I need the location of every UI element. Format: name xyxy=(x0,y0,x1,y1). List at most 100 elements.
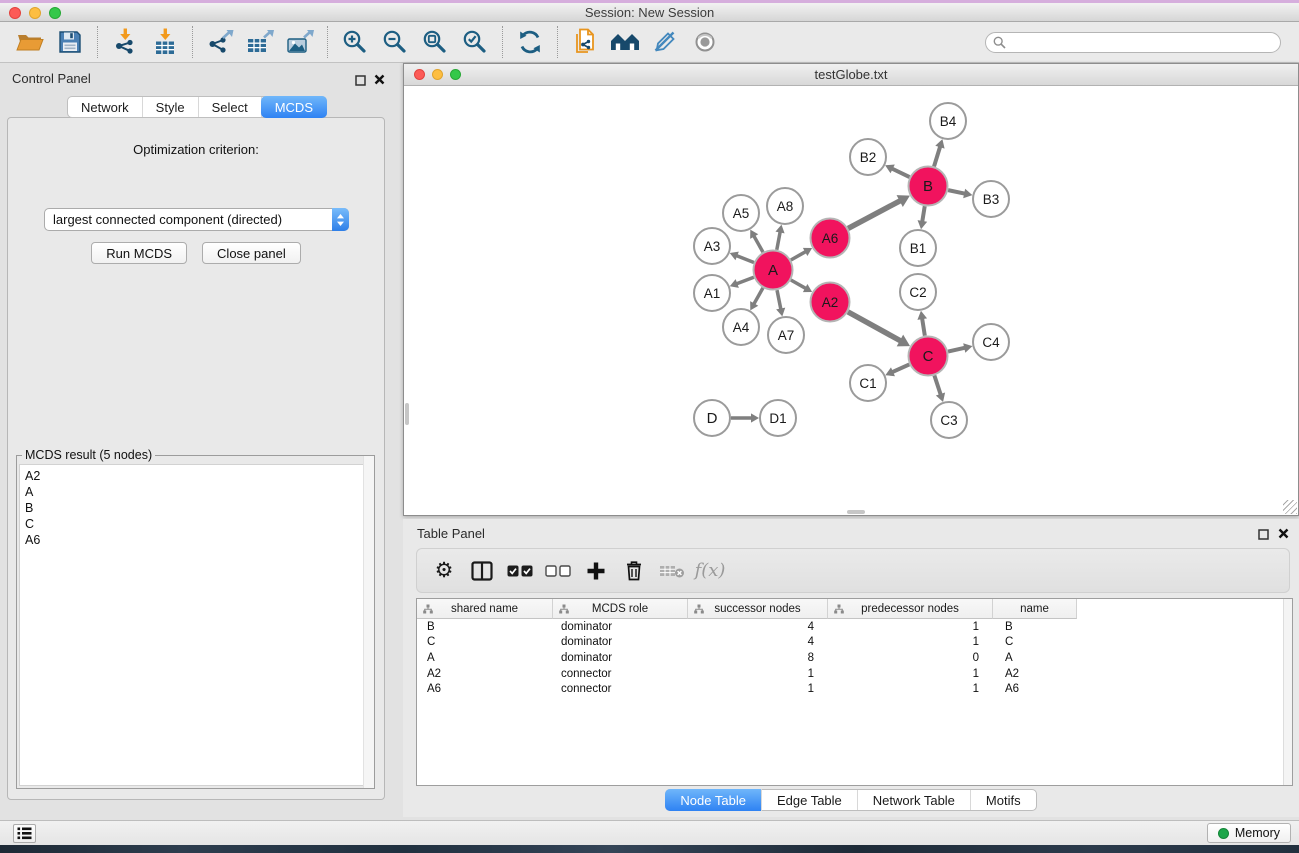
table-cell[interactable]: 1 xyxy=(828,668,993,680)
table-cell[interactable]: A xyxy=(993,652,1077,664)
table-cell[interactable]: 1 xyxy=(828,683,993,695)
graph-edge-A6-B[interactable] xyxy=(848,195,910,228)
mcds-result-item[interactable]: C xyxy=(20,516,371,532)
tab-node-table[interactable]: Node Table xyxy=(665,789,762,811)
table-cell[interactable]: 1 xyxy=(688,668,828,680)
graph-edge-C-C1[interactable] xyxy=(885,364,909,376)
zoom-out-button[interactable] xyxy=(375,25,415,59)
delete-table-button[interactable] xyxy=(653,552,691,590)
tab-network[interactable]: Network xyxy=(68,97,143,117)
close-window-button[interactable] xyxy=(9,7,21,19)
table-cell[interactable]: dominator xyxy=(553,636,688,648)
mcds-result-item[interactable]: A2 xyxy=(20,465,371,484)
memory-button[interactable]: Memory xyxy=(1207,823,1291,843)
table-cell[interactable]: 1 xyxy=(828,621,993,633)
horizontal-scroll-thumb[interactable] xyxy=(847,510,865,514)
tab-edge-table[interactable]: Edge Table xyxy=(762,790,858,810)
table-cell[interactable]: connector xyxy=(553,668,688,680)
close-view-button[interactable] xyxy=(414,69,425,80)
graph-edge-B-B2[interactable] xyxy=(885,165,909,178)
column-header-MCDS-role[interactable]: MCDS role xyxy=(553,599,688,619)
graph-node-A[interactable]: A xyxy=(754,251,793,290)
zoom-selected-button[interactable] xyxy=(455,25,495,59)
column-header-successor-nodes[interactable]: successor nodes xyxy=(688,599,828,619)
table-cell[interactable]: C xyxy=(417,636,553,648)
graph-node-C1[interactable]: C1 xyxy=(850,365,886,401)
float-table-panel-button[interactable] xyxy=(1258,527,1269,545)
graph-node-B4[interactable]: B4 xyxy=(930,103,966,139)
close-panel-button[interactable]: Close panel xyxy=(202,242,301,264)
column-header-shared-name[interactable]: shared name xyxy=(417,599,553,619)
mcds-result-item[interactable]: B xyxy=(20,500,371,516)
zoom-fit-button[interactable] xyxy=(415,25,455,59)
tab-mcds[interactable]: MCDS xyxy=(261,96,327,118)
minimize-view-button[interactable] xyxy=(432,69,443,80)
maximize-view-button[interactable] xyxy=(450,69,461,80)
table-cell[interactable]: dominator xyxy=(553,621,688,633)
graph-node-B2[interactable]: B2 xyxy=(850,139,886,175)
graph-node-C[interactable]: C xyxy=(909,337,948,376)
table-cell[interactable]: 4 xyxy=(688,636,828,648)
criterion-dropdown[interactable]: largest connected component (directed) xyxy=(44,208,349,231)
graph-node-C4[interactable]: C4 xyxy=(973,324,1009,360)
graph-edge-B-B4[interactable] xyxy=(934,139,945,166)
tab-select[interactable]: Select xyxy=(199,97,262,117)
close-panel-button[interactable] xyxy=(374,72,385,90)
graph-node-D[interactable]: D xyxy=(694,400,730,436)
mcds-result-item[interactable]: A6 xyxy=(20,532,371,548)
show-graphics-details-button[interactable] xyxy=(685,25,725,59)
table-cell[interactable]: 1 xyxy=(828,636,993,648)
graph-edge-A-A2[interactable] xyxy=(791,280,812,292)
table-cell[interactable]: A6 xyxy=(993,683,1077,695)
graph-node-B1[interactable]: B1 xyxy=(900,230,936,266)
search-input[interactable] xyxy=(985,32,1281,53)
resize-grip[interactable] xyxy=(1283,500,1297,514)
run-mcds-button[interactable]: Run MCDS xyxy=(91,242,187,264)
open-session-button[interactable] xyxy=(10,25,50,59)
function-builder-button[interactable]: f(x) xyxy=(691,552,729,590)
table-settings-button[interactable]: ⚙ xyxy=(425,552,463,590)
graph-node-C2[interactable]: C2 xyxy=(900,274,936,310)
clone-network-button[interactable] xyxy=(565,25,605,59)
table-cell[interactable]: connector xyxy=(553,683,688,695)
graph-node-A5[interactable]: A5 xyxy=(723,195,759,231)
hide-annotations-button[interactable] xyxy=(645,25,685,59)
graph-node-B[interactable]: B xyxy=(909,167,948,206)
home-button[interactable] xyxy=(605,25,645,59)
graph-node-A1[interactable]: A1 xyxy=(694,275,730,311)
tab-network-table[interactable]: Network Table xyxy=(858,790,971,810)
column-header-predecessor-nodes[interactable]: predecessor nodes xyxy=(828,599,993,619)
graph-node-A2[interactable]: A2 xyxy=(811,283,850,322)
export-network-button[interactable] xyxy=(200,25,240,59)
graph-edge-A-A1[interactable] xyxy=(730,277,754,288)
vertical-scroll-thumb[interactable] xyxy=(405,403,409,425)
graph-edge-A-A7[interactable] xyxy=(776,290,785,316)
graph-node-A3[interactable]: A3 xyxy=(694,228,730,264)
import-table-button[interactable] xyxy=(145,25,185,59)
graph-node-A7[interactable]: A7 xyxy=(768,317,804,353)
float-panel-button[interactable] xyxy=(355,73,366,91)
table-cell[interactable]: A2 xyxy=(417,668,553,680)
graph-node-A8[interactable]: A8 xyxy=(767,188,803,224)
column-header-name[interactable]: name xyxy=(993,599,1077,619)
graph-edge-A-A6[interactable] xyxy=(791,248,812,260)
table-cell[interactable]: dominator xyxy=(553,652,688,664)
split-view-button[interactable] xyxy=(463,552,501,590)
save-session-button[interactable] xyxy=(50,25,90,59)
create-column-button[interactable] xyxy=(577,552,615,590)
table-cell[interactable]: 1 xyxy=(688,683,828,695)
table-cell[interactable]: A xyxy=(417,652,553,664)
graph-node-D1[interactable]: D1 xyxy=(760,400,796,436)
graph-edge-A2-C[interactable] xyxy=(848,312,910,347)
show-all-columns-button[interactable] xyxy=(501,552,539,590)
graph-node-A6[interactable]: A6 xyxy=(811,219,850,258)
hide-all-columns-button[interactable] xyxy=(539,552,577,590)
import-network-button[interactable] xyxy=(105,25,145,59)
task-history-button[interactable] xyxy=(13,824,36,843)
table-cell[interactable]: 0 xyxy=(828,652,993,664)
table-cell[interactable]: B xyxy=(993,621,1077,633)
graph-edge-C-C3[interactable] xyxy=(934,375,945,401)
graph-edge-A-A5[interactable] xyxy=(750,230,763,253)
graph-node-B3[interactable]: B3 xyxy=(973,181,1009,217)
graph-edge-A-A4[interactable] xyxy=(750,288,763,311)
